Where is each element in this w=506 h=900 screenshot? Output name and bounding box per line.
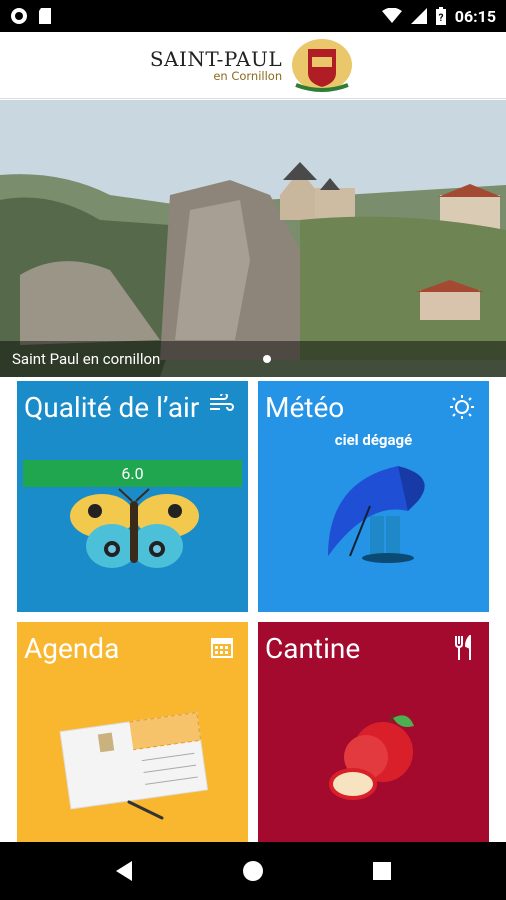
coat-of-arms-icon (292, 39, 353, 92)
tile-air-quality[interactable]: Qualité de l’air 6.0 (17, 381, 248, 612)
apple-illustration (329, 713, 414, 800)
umbrella-illustration (328, 466, 425, 563)
village-photo (0, 100, 506, 377)
notification-icon (11, 8, 27, 24)
tile-weather[interactable]: Météo ciel dégagé (258, 381, 489, 612)
svg-text:?: ? (438, 13, 443, 24)
logo[interactable]: SAINT-PAUL en Cornillon (150, 47, 282, 83)
sd-card-icon (39, 8, 51, 24)
tile-agenda[interactable]: Agenda (17, 622, 248, 853)
hero-caption: Saint Paul en cornillon (0, 341, 506, 377)
wifi-icon (381, 8, 402, 23)
recents-icon[interactable] (372, 861, 392, 881)
app-header: SAINT-PAUL en Cornillon (0, 32, 506, 99)
postcard-illustration (59, 711, 209, 820)
hero-slideshow[interactable]: Saint Paul en cornillon (0, 100, 506, 377)
battery-icon: ? (435, 7, 446, 25)
clock: 06:15 (454, 6, 496, 26)
back-icon[interactable] (114, 860, 134, 882)
logo-title: SAINT-PAUL (149, 47, 283, 71)
tile-cantine[interactable]: Cantine (258, 622, 489, 853)
logo-subtitle: en Cornillon (213, 69, 283, 83)
butterfly-illustration (70, 488, 199, 568)
status-bar: ? 06:15 (0, 0, 506, 32)
home-icon[interactable] (242, 860, 264, 882)
slide-indicator[interactable] (263, 355, 271, 363)
signal-icon (410, 8, 427, 24)
navigation-bar (0, 842, 506, 900)
